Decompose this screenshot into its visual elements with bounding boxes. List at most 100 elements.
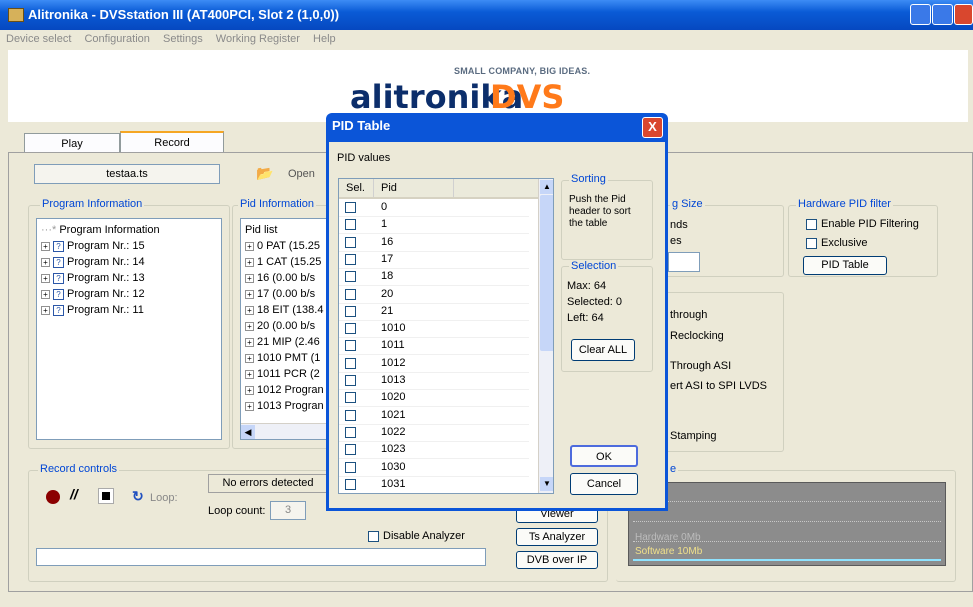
pid-select-checkbox[interactable] [345,202,356,213]
expand-icon[interactable]: + [245,257,254,267]
pid-select-checkbox[interactable] [345,253,356,265]
expand-icon[interactable]: + [245,369,254,379]
pid-row[interactable]: 1011 [339,337,529,356]
pid-row[interactable]: 1 [339,216,529,235]
open-label[interactable]: Open [288,168,315,180]
loop-icon[interactable]: ↻ [132,488,144,505]
pid-select-checkbox[interactable] [345,288,356,300]
tree-item[interactable]: +1011 PCR (2 [245,368,320,380]
scroll-thumb[interactable] [540,195,553,351]
tree-item[interactable]: +21 MIP (2.46 [245,336,320,348]
tree-item[interactable]: +16 (0.00 b/s [245,272,315,284]
expand-icon[interactable]: + [41,257,50,267]
pid-row[interactable]: 1030 [339,459,529,477]
expand-icon[interactable]: + [245,273,254,283]
pid-row[interactable]: 16 [339,234,529,252]
menu-settings[interactable]: Settings [163,33,203,45]
stop-button[interactable] [98,488,114,504]
enable-pid-filtering-checkbox[interactable] [806,219,817,230]
expand-icon[interactable]: + [41,305,50,315]
ts-analyzer-button[interactable]: Ts Analyzer [516,528,598,546]
expand-icon[interactable]: + [41,289,50,299]
dialog-close-button[interactable]: X [642,117,663,138]
col-sel-header[interactable]: Sel. [346,182,365,194]
pid-row[interactable]: 1010 [339,320,529,339]
clear-all-button[interactable]: Clear ALL [571,339,635,361]
pid-row[interactable]: 20 [339,286,529,304]
loop-label[interactable]: Loop: [150,492,178,504]
pid-row[interactable]: 0 [339,199,529,217]
pid-row[interactable]: 1013 [339,372,529,390]
pid-list[interactable]: Sel. Pid 0 1 16 17 18 20 21 1010 1011 1012 1013 102… [338,178,554,494]
horizontal-scrollbar[interactable]: ◀ [241,423,331,439]
exclusive-checkbox[interactable] [806,238,817,249]
pid-tree-root[interactable]: Pid list [245,224,277,236]
expand-icon[interactable]: + [245,401,254,411]
expand-icon[interactable]: + [245,241,254,251]
pid-select-checkbox[interactable] [345,461,356,473]
minimize-button[interactable] [910,4,931,25]
option-stamping[interactable]: Stamping [670,430,716,442]
tree-item[interactable]: +? Program Nr.: 13 [41,272,145,284]
record-icon[interactable] [46,490,60,504]
expand-icon[interactable]: + [245,385,254,395]
pid-table-button[interactable]: PID Table [803,256,887,275]
pid-select-checkbox[interactable] [345,271,356,283]
pid-row[interactable]: 1021 [339,407,529,425]
pid-row[interactable]: 1031 [339,476,529,493]
folder-open-icon[interactable]: 📂 [256,165,273,182]
menu-help[interactable]: Help [313,33,336,45]
expand-icon[interactable]: + [245,305,254,315]
close-button[interactable] [954,4,973,25]
tab-record[interactable]: Record [120,131,224,154]
menu-device-select[interactable]: Device select [6,33,71,45]
pid-row[interactable]: 17 [339,251,529,269]
expand-icon[interactable]: + [245,321,254,331]
program-tree[interactable]: ···* Program Information +? Program Nr.: … [36,218,222,440]
tree-item[interactable]: +1013 Progran [245,400,324,412]
pid-row[interactable]: 1022 [339,424,529,442]
disable-analyzer-checkbox[interactable] [368,531,379,542]
pid-select-checkbox[interactable] [345,219,356,231]
dvb-over-ip-button[interactable]: DVB over IP [516,551,598,569]
pid-select-checkbox[interactable] [345,392,356,404]
tree-root[interactable]: ···* Program Information [41,224,160,236]
pid-select-checkbox[interactable] [345,478,356,490]
option-reclocking[interactable]: Reclocking [670,330,724,342]
pid-select-checkbox[interactable] [345,305,356,317]
pid-select-checkbox[interactable] [345,340,356,352]
pause-icon[interactable]: // [70,486,78,502]
col-pid-header[interactable]: Pid [381,182,397,194]
tree-item[interactable]: +1012 Progran [245,384,324,396]
pid-select-checkbox[interactable] [345,323,356,335]
pid-select-checkbox[interactable] [345,375,356,386]
tree-item[interactable]: +1010 PMT (1 [245,352,320,364]
scroll-left-icon[interactable]: ◀ [241,425,255,439]
tree-item[interactable]: +? Program Nr.: 15 [41,240,145,252]
tree-item[interactable]: +17 (0.00 b/s [245,288,315,300]
scroll-down-icon[interactable]: ▼ [540,477,553,491]
expand-icon[interactable]: + [41,241,50,251]
expand-icon[interactable]: + [245,353,254,363]
pid-row[interactable]: 1012 [339,355,529,373]
pid-row[interactable]: 21 [339,303,529,321]
pid-select-checkbox[interactable] [345,357,356,369]
pid-list-scrollbar[interactable]: ▲ ▼ [538,179,553,493]
pid-select-checkbox[interactable] [345,444,356,456]
tree-item[interactable]: +18 EIT (138.4 [245,304,323,316]
tree-item[interactable]: +0 PAT (15.25 [245,240,320,252]
tree-item[interactable]: +? Program Nr.: 12 [41,288,145,300]
scroll-up-icon[interactable]: ▲ [540,180,553,194]
maximize-button[interactable] [932,4,953,25]
option-through[interactable]: through [670,309,707,321]
loop-count-input[interactable]: 3 [270,501,306,520]
tab-play[interactable]: Play [24,133,120,154]
menu-working-register[interactable]: Working Register [216,33,300,45]
menu-configuration[interactable]: Configuration [84,33,149,45]
option-through-asi[interactable]: Through ASI [670,360,731,372]
cancel-button[interactable]: Cancel [570,473,638,495]
option-convert-asi-spi[interactable]: ert ASI to SPI LVDS [670,380,767,392]
ok-button[interactable]: OK [570,445,638,467]
expand-icon[interactable]: + [245,289,254,299]
size-input[interactable] [668,252,700,272]
